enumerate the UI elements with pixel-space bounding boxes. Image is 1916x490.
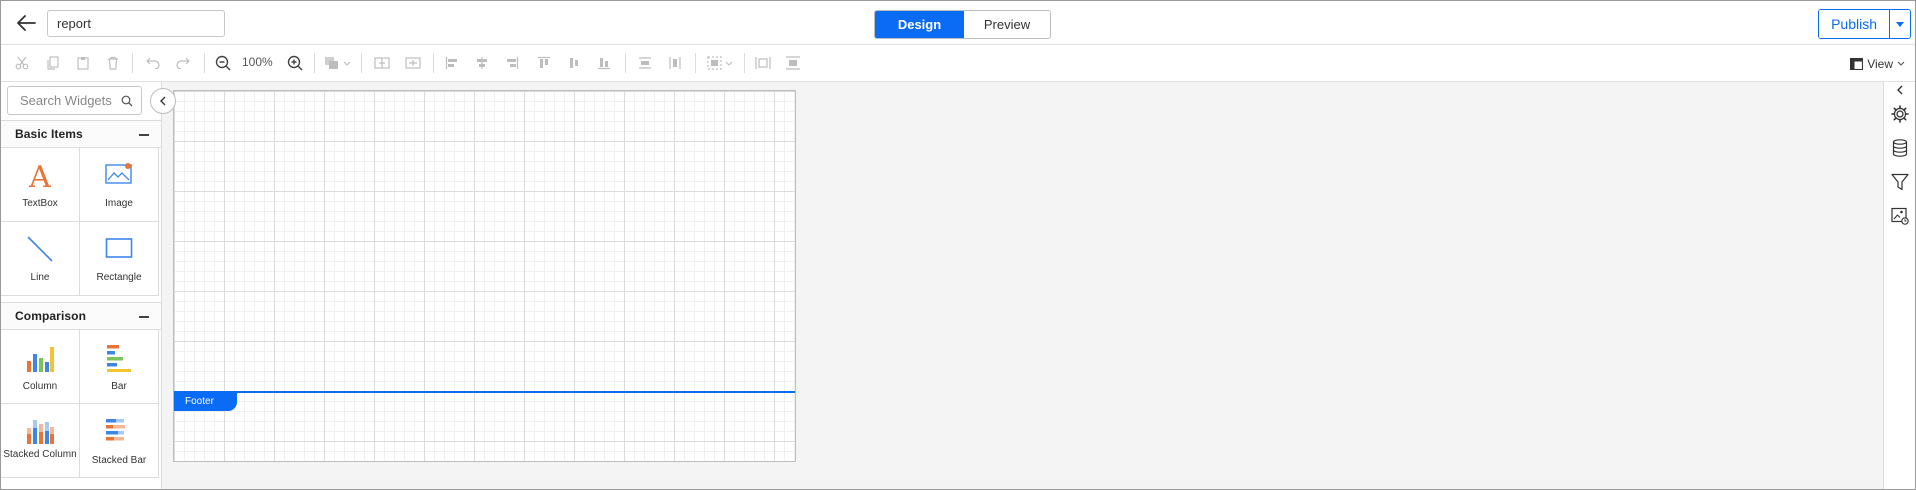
bar-chart-icon xyxy=(80,344,158,372)
category-title: Comparison xyxy=(15,309,87,323)
toolbar-divider xyxy=(433,53,434,73)
widget-label: Rectangle xyxy=(96,272,142,283)
publish-dropdown-icon[interactable] xyxy=(1889,10,1910,38)
column-chart-icon xyxy=(1,344,79,372)
collapse-right-icon[interactable] xyxy=(1884,83,1915,97)
image-icon xyxy=(80,162,158,186)
zoom-out-icon[interactable] xyxy=(214,54,232,72)
redo-icon[interactable] xyxy=(174,54,192,72)
category-basic-items[interactable]: Basic Items xyxy=(1,120,161,148)
fill-color-icon[interactable] xyxy=(323,54,353,72)
align-left-icon[interactable] xyxy=(443,54,461,72)
toolbar-divider xyxy=(361,53,362,73)
widget-rectangle[interactable]: Rectangle xyxy=(80,222,159,296)
image-manager-icon[interactable] xyxy=(1884,205,1915,227)
design-canvas[interactable]: Footer xyxy=(173,90,796,462)
toolbar: 100% View xyxy=(1,45,1915,82)
stacked-column-icon xyxy=(1,418,79,444)
svg-text:A: A xyxy=(28,162,51,190)
cut-icon[interactable] xyxy=(13,54,31,72)
stacked-bar-icon xyxy=(80,418,158,444)
widget-label: Bar xyxy=(111,381,127,392)
arrow-left-icon[interactable] xyxy=(13,10,39,36)
paste-icon[interactable] xyxy=(74,54,92,72)
widget-stacked-column[interactable]: Stacked Column xyxy=(1,404,80,478)
widget-column[interactable]: Column xyxy=(1,330,80,404)
widget-search xyxy=(7,86,142,115)
toolbar-divider xyxy=(695,53,696,73)
report-name-input[interactable] xyxy=(47,10,225,37)
align-middle-icon[interactable] xyxy=(565,54,583,72)
report-designer-window: Design Preview Publish xyxy=(0,0,1916,490)
mode-switch: Design Preview xyxy=(874,10,1051,39)
size-same-height-icon[interactable] xyxy=(784,54,802,72)
line-icon xyxy=(1,236,79,262)
widget-bar[interactable]: Bar xyxy=(80,330,159,404)
footer-boundary[interactable] xyxy=(174,391,795,393)
widget-search-input[interactable] xyxy=(8,87,128,114)
collapse-minus-icon[interactable] xyxy=(139,316,149,318)
chevron-down-icon xyxy=(1897,61,1905,66)
toolbar-divider xyxy=(625,53,626,73)
filter-icon[interactable] xyxy=(1884,171,1915,193)
chevron-left-icon xyxy=(160,96,166,106)
design-tab[interactable]: Design xyxy=(875,11,964,38)
category-comparison[interactable]: Comparison xyxy=(1,302,161,330)
view-menu[interactable]: View xyxy=(1850,55,1905,73)
widget-label: TextBox xyxy=(22,198,58,209)
undo-icon[interactable] xyxy=(144,54,162,72)
category-title: Basic Items xyxy=(15,127,83,141)
rectangle-icon xyxy=(80,236,158,260)
widget-image[interactable]: Image xyxy=(80,148,159,222)
footer-tab[interactable]: Footer xyxy=(174,393,237,411)
widget-textbox[interactable]: A TextBox xyxy=(1,148,80,222)
widget-stacked-bar[interactable]: Stacked Bar xyxy=(80,404,159,478)
copy-icon[interactable] xyxy=(44,54,62,72)
align-center-icon[interactable] xyxy=(473,54,491,72)
header-bar: Design Preview Publish xyxy=(1,1,1915,45)
align-bottom-icon[interactable] xyxy=(595,54,613,72)
widget-line[interactable]: Line xyxy=(1,222,80,296)
align-right-icon[interactable] xyxy=(503,54,521,72)
publish-button[interactable]: Publish xyxy=(1819,10,1889,38)
toolbar-divider xyxy=(744,53,745,73)
widget-label: Image xyxy=(105,198,133,209)
view-layout-icon xyxy=(1850,58,1864,70)
collapse-panel-button[interactable] xyxy=(150,88,176,114)
toolbar-divider xyxy=(204,53,205,73)
align-grid-icon[interactable] xyxy=(373,54,391,72)
zoom-in-icon[interactable] xyxy=(286,54,304,72)
search-icon[interactable] xyxy=(121,95,133,107)
align-top-icon[interactable] xyxy=(535,54,553,72)
distribute-vertical-icon[interactable] xyxy=(666,54,684,72)
grouping-icon[interactable] xyxy=(706,54,736,72)
properties-rail xyxy=(1883,82,1915,489)
widget-label: Line xyxy=(30,272,50,283)
preview-tab[interactable]: Preview xyxy=(964,11,1050,38)
publish-split-button: Publish xyxy=(1818,9,1911,39)
delete-icon[interactable] xyxy=(104,54,122,72)
snap-icon[interactable] xyxy=(404,54,422,72)
widget-label: Column xyxy=(22,381,58,392)
distribute-horizontal-icon[interactable] xyxy=(636,54,654,72)
widget-label: Stacked Column xyxy=(3,449,77,460)
widget-panel: Basic Items A TextBox Image Line Recta xyxy=(1,82,162,489)
data-source-icon[interactable] xyxy=(1884,137,1915,159)
collapse-minus-icon[interactable] xyxy=(139,134,149,136)
settings-icon[interactable] xyxy=(1884,103,1915,125)
widget-label: Stacked Bar xyxy=(91,455,147,466)
toolbar-divider xyxy=(314,53,315,73)
textbox-icon: A xyxy=(1,162,79,190)
zoom-level[interactable]: 100% xyxy=(242,55,273,69)
view-label: View xyxy=(1867,57,1893,71)
size-same-width-icon[interactable] xyxy=(754,54,772,72)
toolbar-divider xyxy=(132,53,133,73)
